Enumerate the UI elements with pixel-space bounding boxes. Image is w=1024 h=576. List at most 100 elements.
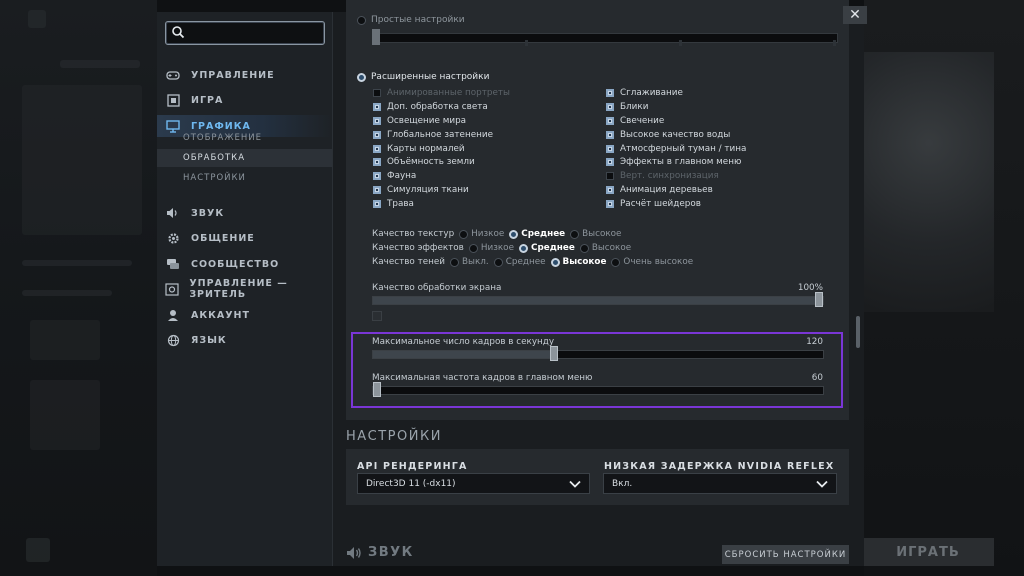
spectator-icon xyxy=(165,281,179,297)
checkbox[interactable] xyxy=(373,200,381,209)
checkbox[interactable] xyxy=(373,130,381,139)
checkbox-option[interactable]: Доп. обработка света xyxy=(373,100,510,114)
advanced-settings-option[interactable]: Расширенные настройки xyxy=(357,72,489,82)
scrollbar[interactable] xyxy=(856,316,860,348)
sidebar-subitem[interactable]: ОТОБРАЖЕНИЕ xyxy=(157,129,332,147)
quality-option-label: Высокое xyxy=(591,243,632,253)
quality-radio[interactable] xyxy=(509,229,519,239)
checkbox-label: Расчёт шейдеров xyxy=(620,199,701,210)
simple-settings-slider[interactable] xyxy=(372,29,838,46)
checkbox[interactable] xyxy=(373,186,381,195)
search-input[interactable] xyxy=(188,24,322,42)
quality-option[interactable]: Низкое xyxy=(468,243,514,253)
max-menu-fps-slider[interactable] xyxy=(372,382,824,397)
play-button[interactable]: ИГРАТЬ xyxy=(862,538,994,566)
checkbox-option[interactable]: Освещение мира xyxy=(373,114,510,128)
checkbox-option[interactable]: Сглаживание xyxy=(606,86,746,100)
checkbox[interactable] xyxy=(373,102,381,111)
checkbox-option[interactable]: Высокое качество воды xyxy=(606,128,746,142)
max-menu-fps-value: 60 xyxy=(811,373,823,383)
checkbox-option[interactable]: Симуляция ткани xyxy=(373,183,510,197)
checkbox[interactable] xyxy=(606,200,614,209)
quality-radio[interactable] xyxy=(550,257,560,267)
sidebar-item[interactable]: ИГРА xyxy=(157,89,332,111)
texture-quality-row: Качество текстур Низкое Среднее Высокое xyxy=(372,229,621,239)
search-box[interactable] xyxy=(165,21,325,45)
simple-settings-label: Простые настройки xyxy=(371,15,465,25)
reset-settings-button[interactable]: СБРОСИТЬ НАСТРОЙКИ xyxy=(722,545,849,564)
checkbox[interactable] xyxy=(606,130,614,139)
screen-quality-slider[interactable] xyxy=(372,292,824,307)
checkbox[interactable] xyxy=(606,158,614,167)
checkbox[interactable] xyxy=(606,116,614,125)
checkbox[interactable] xyxy=(373,116,381,125)
checkbox[interactable] xyxy=(606,144,614,153)
quality-radio[interactable] xyxy=(493,257,503,267)
checkbox-option[interactable]: Верт. синхронизация xyxy=(606,169,746,183)
simple-settings-option[interactable]: Простые настройки xyxy=(357,15,465,25)
quality-option[interactable]: Низкое xyxy=(459,229,504,239)
sidebar-item[interactable]: АККАУНТ xyxy=(157,304,332,326)
slider-thumb[interactable] xyxy=(550,346,558,361)
checkbox[interactable] xyxy=(606,102,614,111)
checkbox-option[interactable]: Трава xyxy=(373,197,510,211)
checkbox-option[interactable]: Объёмность земли xyxy=(373,155,510,169)
sidebar-item[interactable]: УПРАВЛЕНИЕ — ЗРИТЕЛЬ xyxy=(157,278,332,300)
checkbox-option[interactable]: Фауна xyxy=(373,169,510,183)
sidebar-item[interactable]: ОБЩЕНИЕ xyxy=(157,227,332,249)
checkbox-option[interactable]: Расчёт шейдеров xyxy=(606,197,746,211)
quality-option[interactable]: Среднее xyxy=(518,243,575,253)
max-fps-slider[interactable] xyxy=(372,346,824,361)
quality-radio[interactable] xyxy=(570,229,580,239)
slider-thumb[interactable] xyxy=(373,382,381,397)
quality-radio[interactable] xyxy=(468,243,478,253)
sidebar-subitem[interactable]: ОБРАБОТКА xyxy=(157,149,332,167)
sidebar-item[interactable]: ЗВУК xyxy=(157,202,332,224)
checkbox-option[interactable]: Глобальное затенение xyxy=(373,128,510,142)
checkbox[interactable] xyxy=(606,88,614,97)
quality-option[interactable]: Высокое xyxy=(579,243,632,253)
checkbox-label: Атмосферный туман / тина xyxy=(620,143,747,154)
checkbox[interactable] xyxy=(373,158,381,167)
quality-option[interactable]: Высокое xyxy=(550,257,606,267)
quality-option[interactable]: Среднее xyxy=(509,229,565,239)
quality-radio[interactable] xyxy=(450,257,459,267)
close-button[interactable]: ✕ xyxy=(843,6,867,24)
sidebar-subitem[interactable]: НАСТРОЙКИ xyxy=(157,169,332,187)
quality-option[interactable]: Очень высокое xyxy=(611,257,693,267)
gamepad-icon xyxy=(165,67,181,83)
checkbox-option[interactable]: Блики xyxy=(606,100,746,114)
slider-thumb[interactable] xyxy=(815,292,823,307)
bg-icon xyxy=(28,10,46,28)
sidebar-item[interactable]: УПРАВЛЕНИЕ xyxy=(157,64,332,86)
checkbox[interactable] xyxy=(373,172,381,181)
checkbox-option[interactable]: Карты нормалей xyxy=(373,142,510,156)
quality-radio[interactable] xyxy=(459,229,469,239)
quality-option[interactable]: Высокое xyxy=(570,229,621,239)
quality-radio[interactable] xyxy=(518,243,528,253)
advanced-settings-radio[interactable] xyxy=(357,72,366,82)
quality-option[interactable]: Среднее xyxy=(493,257,546,267)
checkbox-option[interactable]: Атмосферный туман / тина xyxy=(606,142,746,156)
checkbox-option[interactable]: Анимация деревьев xyxy=(606,183,746,197)
quality-option[interactable]: Выкл. xyxy=(450,257,489,267)
checkbox-option[interactable]: Эффекты в главном меню xyxy=(606,155,746,169)
quality-option-label: Высокое xyxy=(582,229,622,239)
sidebar-item[interactable]: ЯЗЫК xyxy=(157,329,332,351)
simple-settings-radio[interactable] xyxy=(357,15,366,25)
checkbox-option[interactable]: Анимированные портреты xyxy=(373,86,510,100)
quality-radio[interactable] xyxy=(611,257,621,267)
reflex-select[interactable]: Вкл. xyxy=(603,473,837,494)
checkbox[interactable] xyxy=(606,186,614,195)
api-select[interactable]: Direct3D 11 (-dx11) xyxy=(357,473,590,494)
checkbox[interactable] xyxy=(373,88,381,97)
globe-icon xyxy=(165,332,181,348)
checkbox[interactable] xyxy=(606,172,614,181)
checkbox[interactable] xyxy=(373,144,381,153)
search-icon xyxy=(172,26,185,39)
slider-thumb[interactable] xyxy=(372,29,380,45)
quality-radio[interactable] xyxy=(579,243,589,253)
checkbox-option[interactable]: Свечение xyxy=(606,114,746,128)
hidden-option-checkbox[interactable] xyxy=(372,311,382,321)
sidebar-item[interactable]: СООБЩЕСТВО xyxy=(157,253,332,275)
